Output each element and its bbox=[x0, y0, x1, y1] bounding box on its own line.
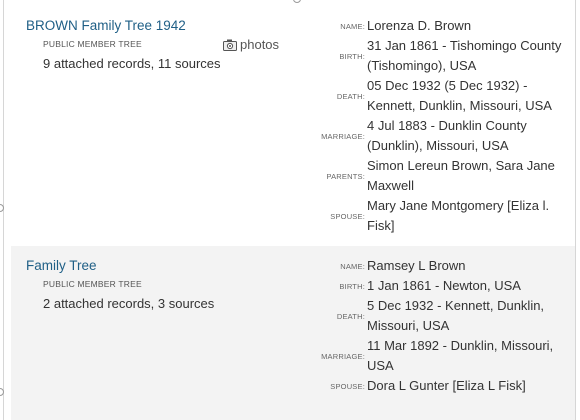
fact-value: 05 Dec 1932 (5 Dec 1932) - Kennett, Dunk… bbox=[367, 78, 552, 113]
photos-label: photos bbox=[240, 37, 280, 52]
fact-label: PARENTS: bbox=[326, 171, 365, 181]
rail-handle[interactable] bbox=[293, 0, 301, 3]
fact-row-marriage: MARRIAGE: 11 Mar 1892 - Dunklin, Missour… bbox=[301, 336, 573, 376]
fact-label: BIRTH: bbox=[339, 51, 365, 61]
fact-label: SPOUSE: bbox=[330, 381, 365, 391]
tree-counts: 9 attached records, 11 sources bbox=[43, 56, 221, 71]
fact-value: Dora L Gunter [Eliza L Fisk] bbox=[367, 378, 526, 393]
fact-value: Mary Jane Montgomery [Eliza l. Fisk] bbox=[367, 198, 550, 233]
fact-row-birth: BIRTH: 1 Jan 1861 - Newton, USA bbox=[301, 276, 573, 296]
fact-label: DEATH: bbox=[336, 311, 365, 321]
fact-label: NAME: bbox=[340, 261, 365, 271]
tree-type-label: PUBLIC MEMBER TREE bbox=[43, 279, 142, 289]
fact-value: Ramsey L Brown bbox=[367, 258, 466, 273]
results-frame: BROWN Family Tree 1942 PUBLIC MEMBER TRE… bbox=[0, 0, 580, 420]
fact-label: BIRTH: bbox=[339, 281, 365, 291]
tree-name-link[interactable]: Family Tree bbox=[26, 258, 97, 273]
fact-row-spouse: SPOUSE: Mary Jane Montgomery [Eliza l. F… bbox=[301, 196, 573, 236]
fact-row-death: DEATH: 5 Dec 1932 - Kennett, Dunklin, Mi… bbox=[301, 296, 573, 336]
fact-value: 11 Mar 1892 - Dunklin, Missouri, USA bbox=[367, 338, 554, 373]
fact-row-marriage: MARRIAGE: 4 Jul 1883 - Dunklin County (D… bbox=[301, 116, 573, 156]
fact-value: 31 Jan 1861 - Tishomingo County (Tishomi… bbox=[367, 38, 562, 73]
fact-row-birth: BIRTH: 31 Jan 1861 - Tishomingo County (… bbox=[301, 36, 573, 76]
tree-counts: 2 attached records, 3 sources bbox=[43, 296, 215, 311]
fact-row-name: NAME: Lorenza D. Brown bbox=[301, 16, 573, 36]
camera-icon bbox=[223, 39, 237, 51]
fact-row-spouse: SPOUSE: Dora L Gunter [Eliza L Fisk] bbox=[301, 376, 573, 396]
right-rail bbox=[575, 0, 576, 420]
facts-list: NAME: Ramsey L Brown BIRTH: 1 Jan 1861 -… bbox=[301, 256, 573, 396]
fact-label: MARRIAGE: bbox=[321, 351, 365, 361]
fact-label: MARRIAGE: bbox=[321, 131, 365, 141]
fact-label: SPOUSE: bbox=[330, 211, 365, 221]
facts-list: NAME: Lorenza D. Brown BIRTH: 31 Jan 186… bbox=[301, 16, 573, 236]
search-result-row: BROWN Family Tree 1942 PUBLIC MEMBER TRE… bbox=[11, 8, 575, 246]
photos-link[interactable]: photos bbox=[223, 37, 279, 52]
fact-row-parents: PARENTS: Simon Lereun Brown, Sara Jane M… bbox=[301, 156, 573, 196]
fact-value: 4 Jul 1883 - Dunklin County (Dunklin), M… bbox=[367, 118, 527, 153]
fact-label: NAME: bbox=[340, 21, 365, 31]
fact-label: DEATH: bbox=[336, 91, 365, 101]
fact-row-death: DEATH: 05 Dec 1932 (5 Dec 1932) - Kennet… bbox=[301, 76, 573, 116]
fact-value: Simon Lereun Brown, Sara Jane Maxwell bbox=[367, 158, 555, 193]
search-result-row: Family Tree PUBLIC MEMBER TREE 2 attache… bbox=[11, 246, 575, 420]
tree-name-link[interactable]: BROWN Family Tree 1942 bbox=[26, 18, 186, 33]
fact-value: Lorenza D. Brown bbox=[367, 18, 472, 33]
fact-value: 5 Dec 1932 - Kennett, Dunklin, Missouri,… bbox=[367, 298, 545, 333]
fact-row-name: NAME: Ramsey L Brown bbox=[301, 256, 573, 276]
tree-type-label: PUBLIC MEMBER TREE bbox=[43, 39, 142, 49]
fact-value: 1 Jan 1861 - Newton, USA bbox=[367, 278, 521, 293]
